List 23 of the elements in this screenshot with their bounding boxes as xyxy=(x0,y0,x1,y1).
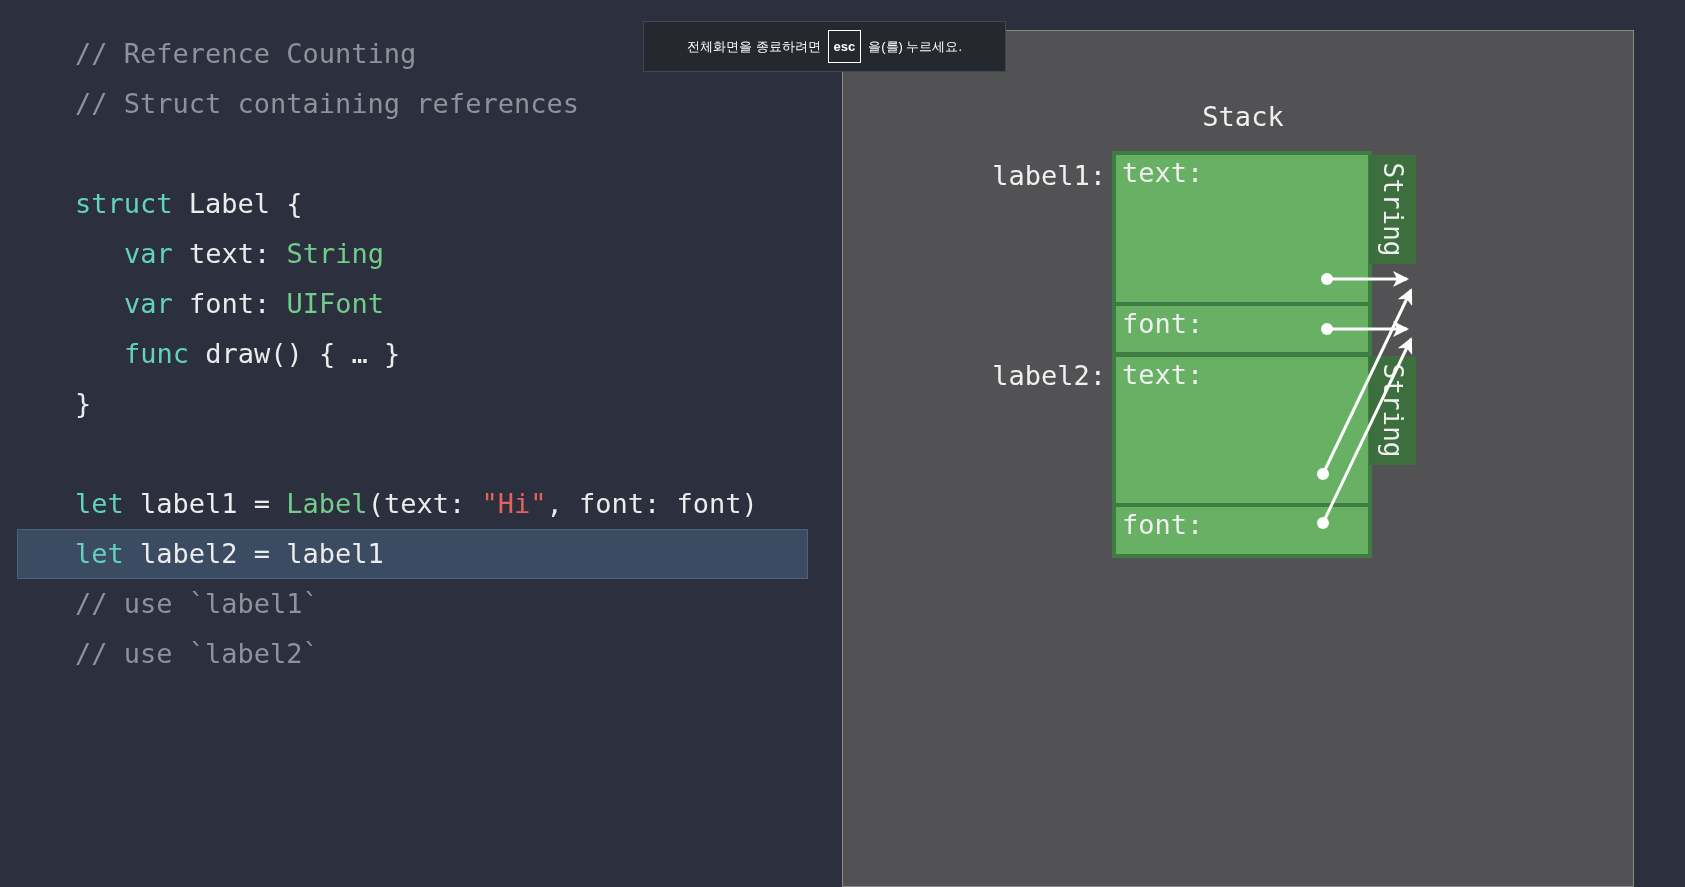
stack-field: text: xyxy=(1116,155,1368,302)
stack-field: font: xyxy=(1116,306,1368,352)
code-line: func draw() { … } xyxy=(123,336,401,371)
toast-text: 전체화면을 종료하려면 xyxy=(686,37,821,56)
stack-title: Stack xyxy=(1201,100,1285,134)
code-line: // Struct containing references xyxy=(75,86,579,121)
code-line: // use `label1` xyxy=(75,586,319,621)
code-line: struct Label { xyxy=(75,186,303,221)
code-line: var font: UIFont xyxy=(123,286,385,321)
code-line: // Reference Counting xyxy=(75,36,417,71)
code-line: let label2 = label1 xyxy=(75,536,384,571)
code-line: let label1 = Label(text: "Hi", font: font) xyxy=(75,486,758,521)
string-tag: String xyxy=(1369,155,1416,264)
stack-field: font: xyxy=(1116,507,1368,554)
code-line: } xyxy=(75,386,92,421)
variable-label: label1: xyxy=(992,162,1106,189)
variable-label: label2: xyxy=(992,362,1106,389)
code-line: // use `label2` xyxy=(75,636,319,671)
toast-text: 을(를) 누르세요. xyxy=(868,37,963,56)
stack-field: text: xyxy=(1116,357,1368,503)
string-tag: String xyxy=(1369,356,1416,465)
code-line: var text: String xyxy=(123,236,385,271)
esc-key: esc xyxy=(827,29,862,64)
